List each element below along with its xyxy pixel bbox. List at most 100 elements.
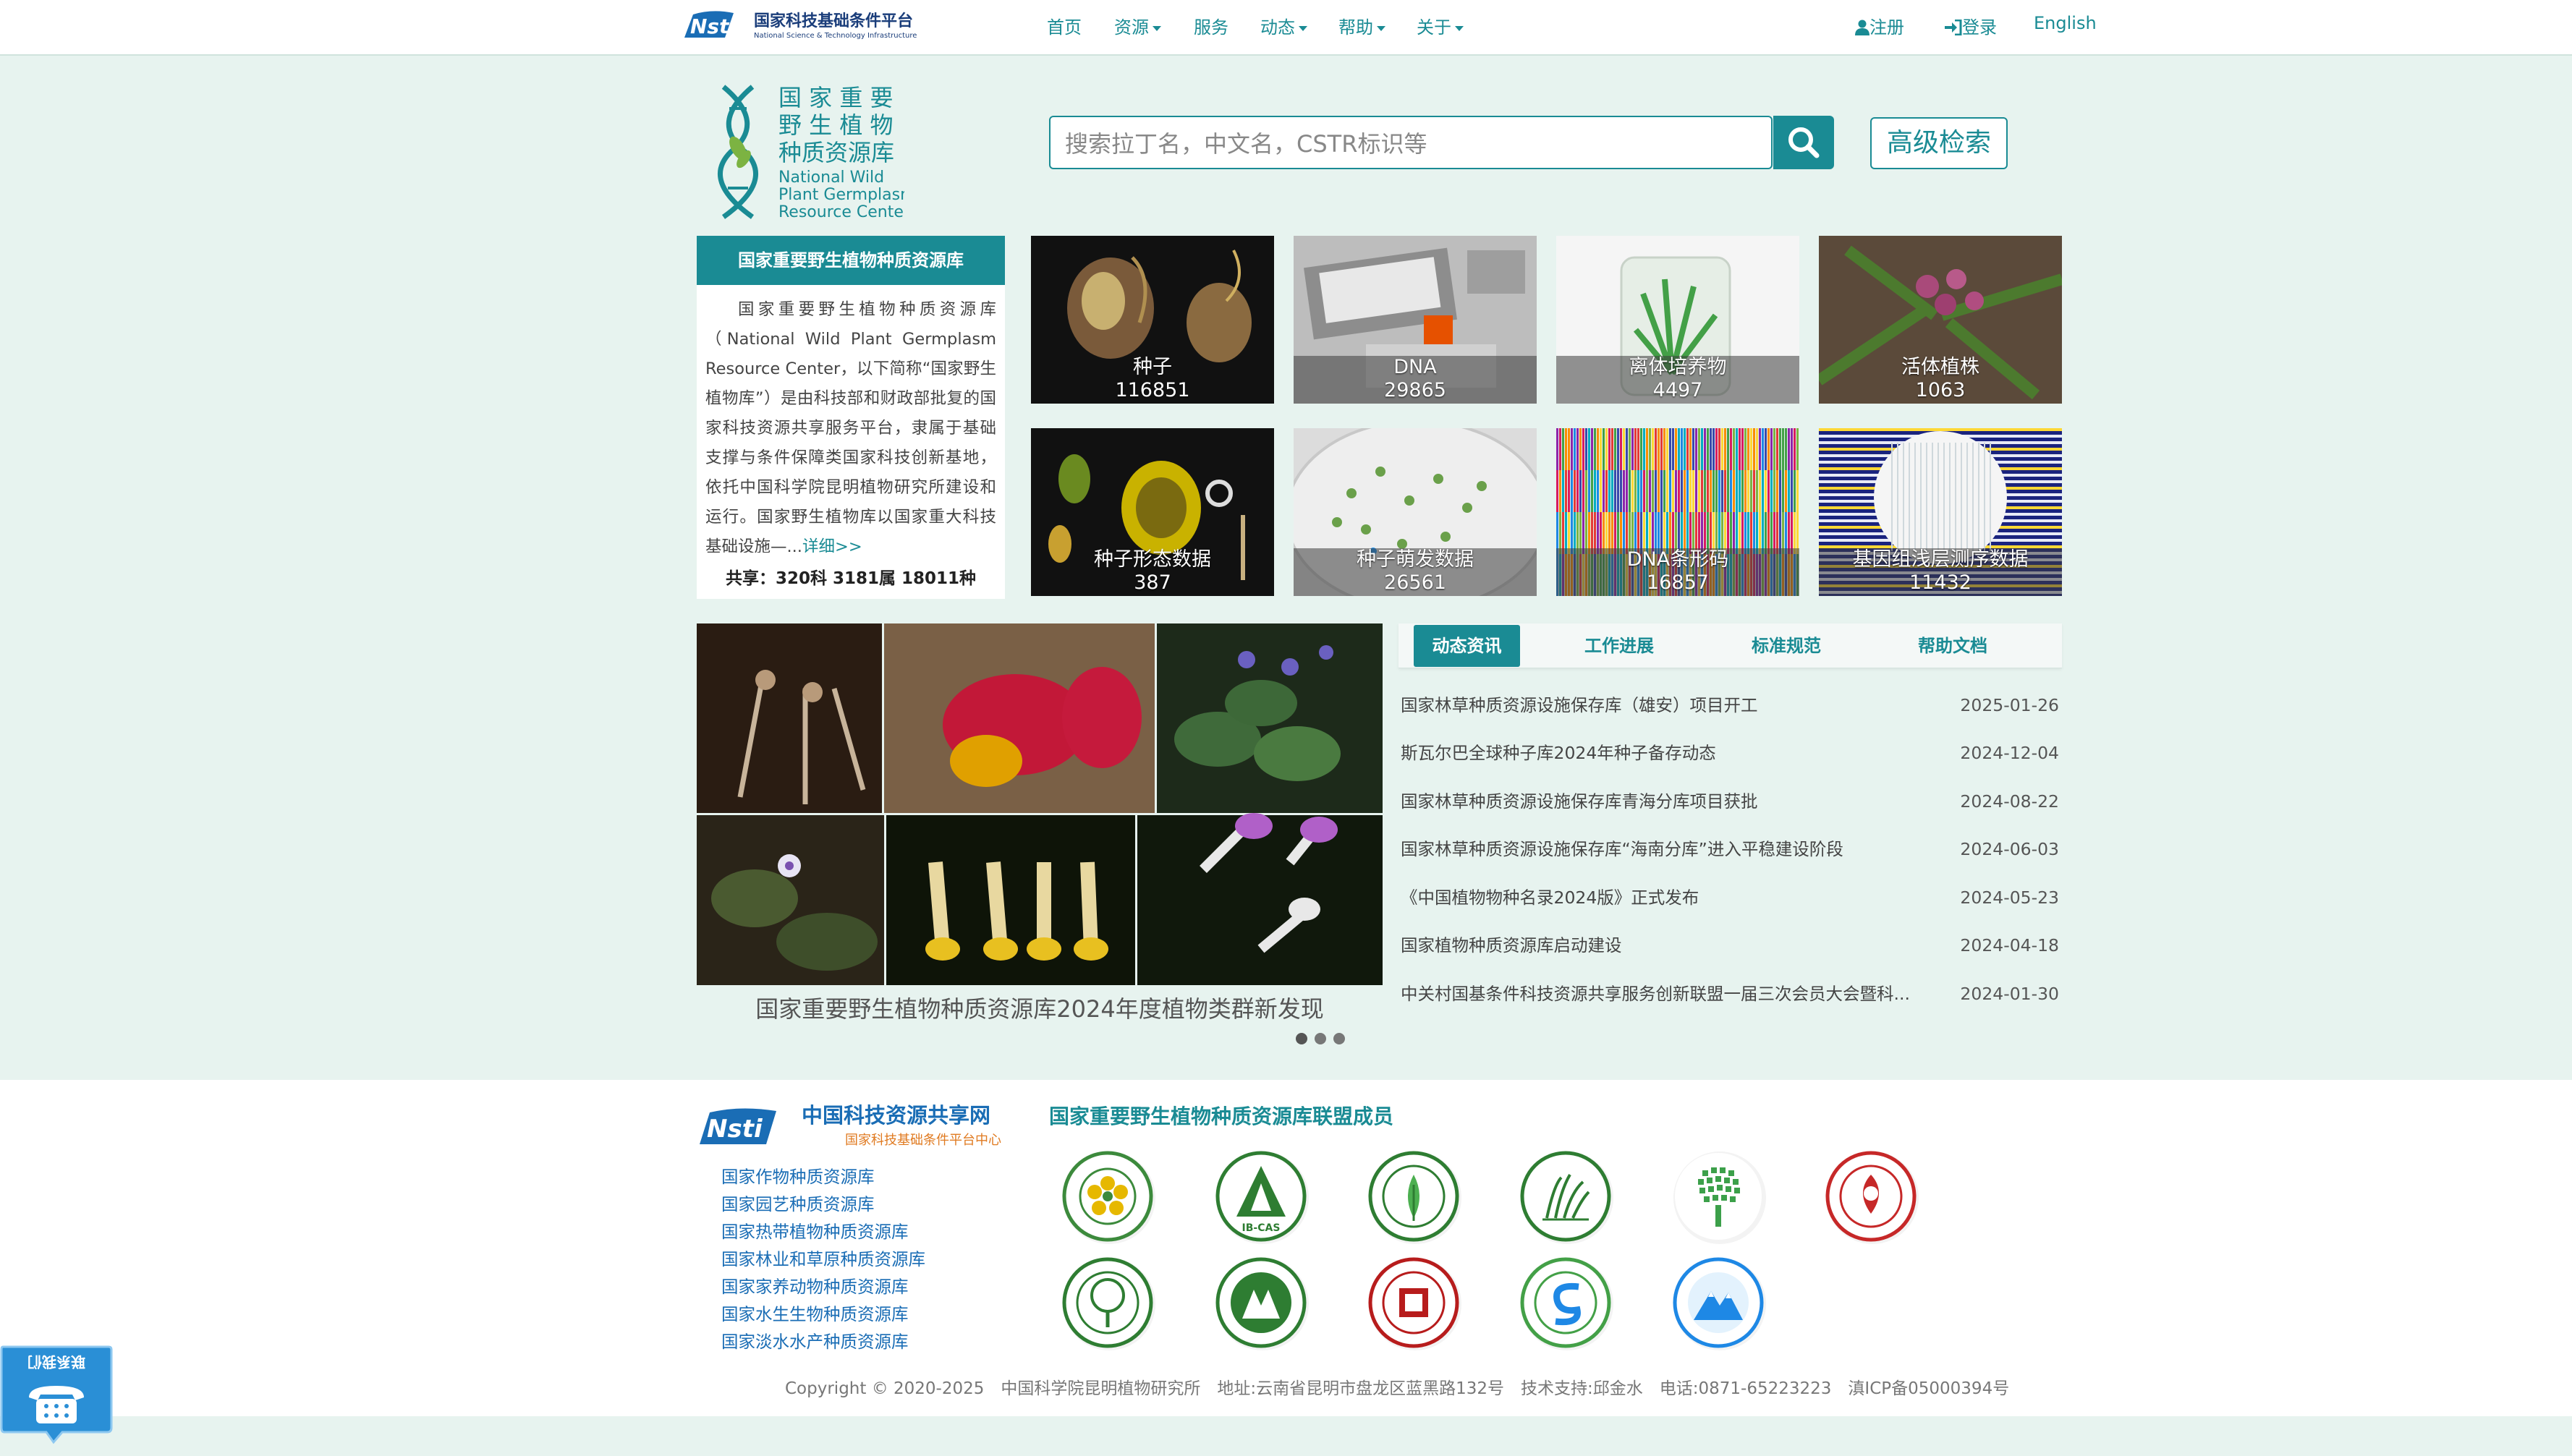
- footer-link[interactable]: 国家水生生物种质资源库: [721, 1300, 909, 1325]
- search-icon: [1788, 127, 1820, 158]
- member-emblem[interactable]: IB-CAS: [1213, 1149, 1312, 1247]
- user-icon: [1855, 20, 1869, 35]
- news-panel: 动态资讯 工作进展 标准规范 帮助文档 国家林草种质资源设施保存库（雄安）项目开…: [1399, 623, 2062, 1014]
- site-logo[interactable]: 国 家 重 要 野 生 植 物 种质资源库 National Wild Plan…: [709, 80, 904, 224]
- brand-cn-text: 国家科技基础条件平台: [754, 12, 913, 30]
- member-emblem[interactable]: [1060, 1149, 1158, 1247]
- share-net-sub: 国家科技基础条件平台中心: [845, 1133, 1001, 1148]
- tile-count: 26561: [1384, 571, 1446, 594]
- tab-progress[interactable]: 工作进展: [1565, 625, 1673, 667]
- nav-services[interactable]: 服务: [1194, 13, 1228, 38]
- tile-dna-barcode[interactable]: DNA条形码 16857: [1556, 428, 1799, 596]
- news-item[interactable]: 国家植物种质资源库启动建设 2024-04-18: [1401, 931, 2059, 960]
- tile-dna[interactable]: DNA 29865: [1294, 236, 1537, 404]
- news-item[interactable]: 国家林草种质资源设施保存库青海分库项目获批 2024-08-22: [1401, 787, 2059, 816]
- tile-count: 1063: [1915, 379, 1966, 401]
- contact-us-widget[interactable]: 联系我们: [0, 1345, 113, 1444]
- login-label: 登录: [1962, 17, 1997, 38]
- news-title: 斯瓦尔巴全球种子库2024年种子备存动态: [1401, 743, 1716, 763]
- tile-seed[interactable]: 种子 116851: [1031, 236, 1274, 404]
- footer-link[interactable]: 国家热带植物种质资源库: [721, 1218, 909, 1243]
- news-item[interactable]: 国家林草种质资源设施保存库（雄安）项目开工 2025-01-26: [1401, 691, 2059, 720]
- member-emblem[interactable]: [1518, 1149, 1616, 1247]
- nav-home[interactable]: 首页: [1047, 13, 1082, 38]
- nav-help[interactable]: 帮助: [1338, 13, 1385, 38]
- member-emblem[interactable]: [1671, 1255, 1769, 1353]
- nav-about[interactable]: 关于: [1417, 13, 1464, 38]
- member-emblem-text: IB-CAS: [1242, 1222, 1281, 1234]
- footer-link[interactable]: 国家园艺种质资源库: [721, 1191, 875, 1215]
- tile-count: 4497: [1652, 379, 1703, 401]
- search-button[interactable]: [1773, 116, 1834, 169]
- news-item[interactable]: 《中国植物物种名录2024版》正式发布 2024-05-23: [1401, 883, 2059, 912]
- language-switch[interactable]: English: [2034, 13, 2097, 33]
- footer-link[interactable]: 国家家养动物种质资源库: [721, 1273, 909, 1298]
- tile-in-vitro[interactable]: 离体培养物 4497: [1556, 236, 1799, 404]
- intro-more-link[interactable]: 详细>>: [802, 537, 862, 553]
- member-emblem[interactable]: [1671, 1149, 1769, 1247]
- svg-text:Nsti: Nsti: [707, 1115, 763, 1144]
- tile-count: 16857: [1647, 571, 1709, 594]
- nav-news[interactable]: 动态: [1260, 13, 1307, 38]
- caret-down-icon: [1455, 25, 1464, 31]
- search-input[interactable]: [1051, 117, 1771, 168]
- member-emblem[interactable]: [1518, 1255, 1616, 1353]
- carousel-dot-2[interactable]: [1315, 1033, 1326, 1044]
- footer-link[interactable]: 国家淡水水产种质资源库: [721, 1328, 909, 1353]
- member-emblem[interactable]: [1366, 1149, 1464, 1247]
- member-emblem[interactable]: [1060, 1255, 1158, 1353]
- register-link[interactable]: 注册: [1855, 13, 1904, 38]
- carousel-dot-3[interactable]: [1333, 1033, 1345, 1044]
- search-box: [1049, 116, 1773, 169]
- member-emblem[interactable]: [1366, 1255, 1464, 1353]
- carousel-dot-1[interactable]: [1296, 1033, 1307, 1044]
- tile-living-plant[interactable]: 活体植株 1063: [1819, 236, 2062, 404]
- caret-down-icon: [1299, 25, 1307, 31]
- member-emblem[interactable]: [1823, 1149, 1922, 1247]
- login-link[interactable]: 登录: [1945, 13, 1997, 38]
- tile-germination[interactable]: 种子萌发数据 26561: [1294, 428, 1537, 596]
- nav-help-label: 帮助: [1338, 17, 1373, 38]
- news-date: 2024-08-22: [1960, 791, 2059, 812]
- news-item[interactable]: 国家林草种质资源设施保存库“海南分库”进入平稳建设阶段 2024-06-03: [1401, 835, 2059, 864]
- intro-stat: 共享：320科 3181属 18011种: [725, 569, 977, 588]
- tile-count: 387: [1134, 571, 1171, 594]
- tile-count: 29865: [1384, 379, 1446, 401]
- carousel-image[interactable]: [697, 623, 1383, 985]
- members-title: 国家重要野生植物种质资源库联盟成员: [1049, 1104, 1394, 1128]
- footer-link[interactable]: 国家作物种质资源库: [721, 1163, 875, 1188]
- tab-help-docs[interactable]: 帮助文档: [1898, 625, 2007, 667]
- tile-seed-morphology[interactable]: 种子形态数据 387: [1031, 428, 1274, 596]
- svg-text:Nsti: Nsti: [690, 14, 736, 38]
- tile-count: 11432: [1909, 571, 1972, 594]
- tab-standards[interactable]: 标准规范: [1732, 625, 1841, 667]
- brand-en-text: National Science & Technology Infrastruc…: [754, 32, 917, 40]
- tile-genome-skimming[interactable]: 基因组浅层测序数据 11432: [1819, 428, 2062, 596]
- nav-resources[interactable]: 资源: [1114, 13, 1161, 38]
- member-emblem[interactable]: [1213, 1255, 1312, 1353]
- news-item[interactable]: 斯瓦尔巴全球种子库2024年种子备存动态 2024-12-04: [1401, 738, 2059, 767]
- nsti-logo[interactable]: Nsti 国家科技基础条件平台 National Science & Techn…: [683, 9, 951, 42]
- tile-label: DNA: [1393, 356, 1437, 378]
- news-title: 中关村国基条件科技资源共享服务创新联盟一届三次会员大会暨科...: [1401, 984, 1910, 1004]
- nav-about-label: 关于: [1417, 17, 1451, 38]
- tab-news[interactable]: 动态资讯: [1414, 625, 1520, 667]
- intro-panel: 国家重要野生植物种质资源库 国家重要野生植物种质资源库（National Wil…: [697, 236, 1005, 599]
- tile-count: 116851: [1115, 379, 1190, 401]
- nav-news-label: 动态: [1260, 17, 1295, 38]
- footer: [0, 1080, 2572, 1416]
- share-net-logo[interactable]: Nsti 中国科技资源共享网 国家科技基础条件平台中心: [697, 1099, 1030, 1154]
- sign-in-icon: [1945, 19, 1962, 36]
- news-title: 《中国植物物种名录2024版》正式发布: [1401, 887, 1699, 908]
- news-item[interactable]: 中关村国基条件科技资源共享服务创新联盟一届三次会员大会暨科... 2024-01-…: [1401, 979, 2059, 1008]
- intro-body: 国家重要野生植物种质资源库（National Wild Plant Germpl…: [705, 300, 996, 553]
- advanced-search-button[interactable]: 高级检索: [1870, 117, 2008, 169]
- site-name-line3: 种质资源库: [778, 139, 894, 166]
- intro-title: 国家重要野生植物种质资源库: [697, 236, 1005, 285]
- tile-label: 离体培养物: [1629, 356, 1727, 378]
- contact-label: 联系我们: [27, 1353, 85, 1371]
- footer-link[interactable]: 国家林业和草原种质资源库: [721, 1246, 925, 1270]
- intro-text: 国家重要野生植物种质资源库（National Wild Plant Germpl…: [705, 295, 996, 553]
- site-name-line2: 野 生 植 物: [778, 111, 894, 139]
- news-title: 国家林草种质资源设施保存库“海南分库”进入平稳建设阶段: [1401, 839, 1843, 859]
